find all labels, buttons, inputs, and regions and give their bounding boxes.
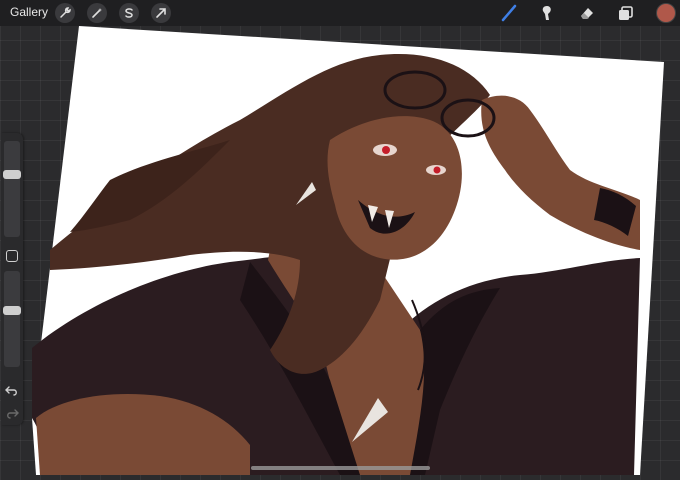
color-swatch[interactable] [656, 3, 676, 23]
top-toolbar: Gallery [0, 0, 680, 26]
opacity-thumb[interactable] [3, 306, 21, 315]
layers-tool[interactable] [615, 2, 637, 24]
home-indicator [251, 466, 430, 470]
left-sidebar [1, 133, 23, 425]
redo-arrow-icon[interactable] [5, 406, 19, 420]
undo-arrow-icon[interactable] [5, 383, 19, 397]
brush-size-thumb[interactable] [3, 170, 21, 179]
selection-s-icon [125, 8, 133, 18]
selection-button[interactable] [119, 3, 139, 23]
magic-wand-icon [92, 8, 102, 18]
brush-icon [501, 4, 517, 22]
smudge-icon [542, 6, 551, 20]
adjustments-button[interactable] [87, 3, 107, 23]
eraser-icon [581, 8, 593, 19]
smudge-tool[interactable] [536, 2, 558, 24]
transform-arrow-icon [156, 8, 166, 18]
eraser-tool[interactable] [576, 2, 598, 24]
actions-button[interactable] [55, 3, 75, 23]
opacity-slider[interactable] [3, 271, 21, 367]
artwork [32, 26, 664, 475]
brush-tool[interactable] [498, 2, 520, 24]
modify-button[interactable] [6, 250, 18, 262]
layers-icon [619, 6, 633, 20]
transform-button[interactable] [151, 3, 171, 23]
brush-size-slider[interactable] [3, 141, 21, 237]
wrench-icon [60, 7, 71, 18]
drawing-canvas[interactable] [0, 0, 680, 475]
gallery-button[interactable]: Gallery [10, 5, 48, 19]
